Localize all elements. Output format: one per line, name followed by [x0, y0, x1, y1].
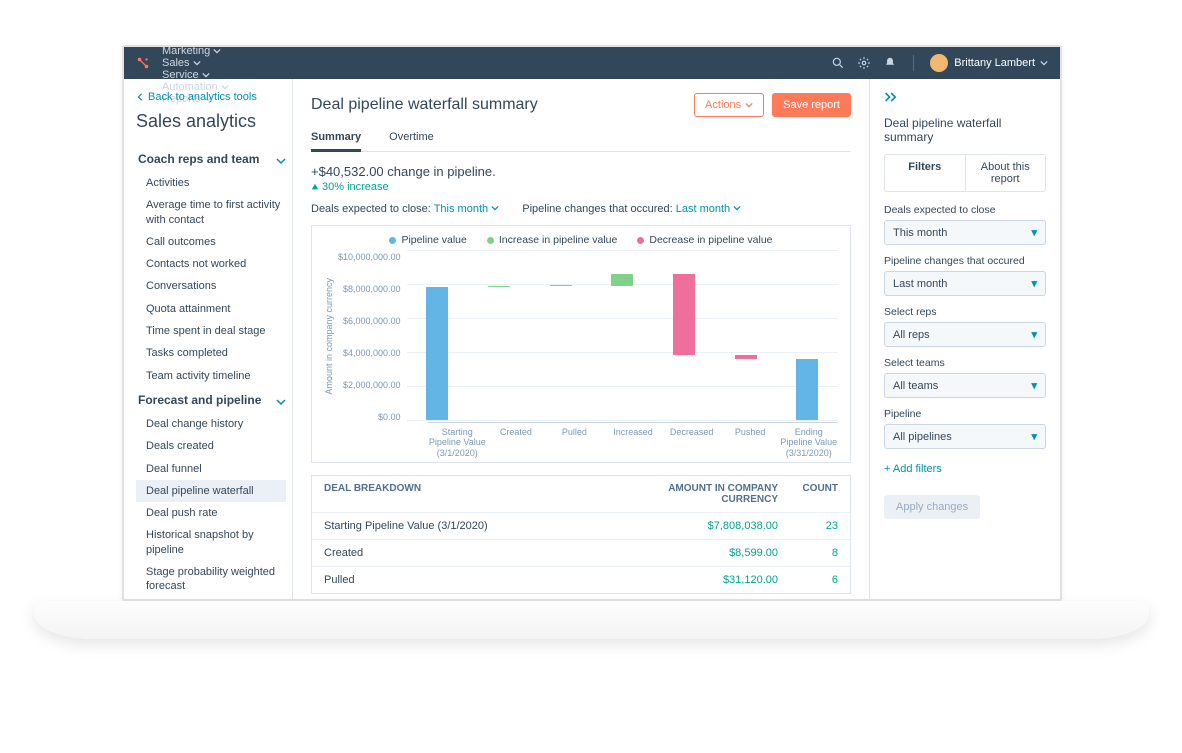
- table-row[interactable]: Pulled$31,120.006: [312, 566, 850, 593]
- sidebar-item[interactable]: Deals created: [136, 435, 286, 457]
- x-axis-label: Starting Pipeline Value (3/1/2020): [428, 423, 487, 458]
- filter-changes-occured[interactable]: Last month: [676, 203, 741, 215]
- tab-summary[interactable]: Summary: [311, 125, 361, 152]
- gear-icon[interactable]: [857, 56, 871, 70]
- x-axis-label: Ending Pipeline Value (3/31/2020): [779, 423, 838, 458]
- waterfall-bar: [735, 355, 757, 358]
- sidebar-title: Sales analytics: [136, 111, 286, 132]
- table-row[interactable]: Created$8,599.008: [312, 539, 850, 566]
- sidebar-item[interactable]: Historical snapshot by pipeline: [136, 524, 286, 561]
- x-axis-label: Pulled: [545, 423, 604, 458]
- table-row[interactable]: Starting Pipeline Value (3/1/2020)$7,808…: [312, 512, 850, 539]
- increase-indicator: 30% increase: [311, 181, 851, 193]
- save-report-button[interactable]: Save report: [772, 93, 851, 117]
- sidebar-item[interactable]: Average time to first activity with cont…: [136, 194, 286, 231]
- filter-label: Select reps: [884, 306, 1046, 318]
- user-avatar[interactable]: [930, 54, 948, 72]
- table-header-count: COUNT: [778, 483, 838, 505]
- laptop-base-decoration: [34, 601, 1149, 639]
- sidebar-item[interactable]: Quota attainment: [136, 298, 286, 320]
- filter-expected-close[interactable]: This month: [434, 203, 503, 215]
- right-panel: Deal pipeline waterfall summary Filters …: [870, 79, 1060, 599]
- sidebar-group-2[interactable]: Sales Outcomes: [136, 598, 286, 599]
- waterfall-chart: Pipeline value Increase in pipeline value…: [311, 225, 851, 463]
- report-title: Deal pipeline waterfall summary: [311, 96, 694, 114]
- sidebar-item[interactable]: Activities: [136, 172, 286, 194]
- pipeline-change-stat: +$40,532.00 change in pipeline.: [311, 164, 851, 179]
- inline-filters: Deals expected to close: This month Pipe…: [311, 203, 851, 215]
- sidebar-item[interactable]: Deal change history: [136, 413, 286, 435]
- right-panel-title: Deal pipeline waterfall summary: [884, 116, 1046, 144]
- bell-icon[interactable]: [883, 56, 897, 70]
- left-sidebar: Back to analytics tools Sales analytics …: [124, 79, 292, 599]
- sidebar-item[interactable]: Call outcomes: [136, 231, 286, 253]
- top-navbar: Contacts Conversations Marketing Sales S…: [124, 47, 1060, 79]
- sidebar-group-1[interactable]: Forecast and pipeline: [136, 387, 286, 413]
- back-link-label: Back to analytics tools: [148, 91, 257, 103]
- filter-select[interactable]: All teams▾: [884, 373, 1046, 398]
- filter-label: Select teams: [884, 357, 1046, 369]
- legend-item: Pipeline value: [389, 234, 466, 246]
- user-name[interactable]: Brittany Lambert: [954, 57, 1035, 69]
- sidebar-item[interactable]: Deal funnel: [136, 458, 286, 480]
- chevron-down-icon: [1040, 59, 1048, 67]
- filter-label: Deals expected to close: [884, 204, 1046, 216]
- sidebar-item[interactable]: Stage probability weighted forecast: [136, 561, 286, 598]
- nav-sales[interactable]: Sales: [162, 57, 243, 69]
- actions-button[interactable]: Actions: [694, 93, 764, 117]
- waterfall-bar: [796, 359, 818, 420]
- waterfall-bar: [611, 274, 633, 286]
- filter-select[interactable]: All reps▾: [884, 322, 1046, 347]
- y-axis-label: Amount in company currency: [324, 278, 334, 395]
- filter-label: Pipeline changes that occured: [884, 255, 1046, 267]
- waterfall-bar: [488, 286, 510, 287]
- collapse-panel-icon[interactable]: [884, 91, 900, 106]
- x-axis-label: Pushed: [721, 423, 780, 458]
- filter-label: Pipeline: [884, 408, 1046, 420]
- deal-breakdown-table: DEAL BREAKDOWN AMOUNT IN COMPANY CURRENC…: [311, 475, 851, 594]
- sidebar-item[interactable]: Conversations: [136, 275, 286, 297]
- search-icon[interactable]: [831, 56, 845, 70]
- table-header-name: DEAL BREAKDOWN: [324, 483, 618, 505]
- x-axis-label: Created: [487, 423, 546, 458]
- right-tab-filters[interactable]: Filters: [885, 155, 966, 191]
- right-tab-about[interactable]: About this report: [966, 155, 1046, 191]
- legend-item: Increase in pipeline value: [487, 234, 618, 246]
- report-tabs: Summary Overtime: [311, 125, 851, 152]
- hubspot-logo-icon: [136, 56, 150, 70]
- nav-marketing[interactable]: Marketing: [162, 45, 243, 57]
- add-filters-link[interactable]: + Add filters: [884, 463, 1046, 475]
- legend-item: Decrease in pipeline value: [637, 234, 772, 246]
- back-to-analytics-link[interactable]: Back to analytics tools: [136, 91, 286, 103]
- waterfall-bar: [426, 287, 448, 420]
- sidebar-item[interactable]: Tasks completed: [136, 342, 286, 364]
- x-axis-label: Increased: [604, 423, 663, 458]
- sidebar-item[interactable]: Team activity timeline: [136, 365, 286, 387]
- x-axis-label: Decreased: [662, 423, 721, 458]
- main-content: Deal pipeline waterfall summary Actions …: [292, 79, 870, 599]
- waterfall-bar: [673, 274, 695, 355]
- sidebar-item[interactable]: Deal push rate: [136, 502, 286, 524]
- filter-select[interactable]: All pipelines▾: [884, 424, 1046, 449]
- sidebar-item[interactable]: Deal pipeline waterfall: [136, 480, 286, 502]
- filter-select[interactable]: This month▾: [884, 220, 1046, 245]
- apply-changes-button: Apply changes: [884, 495, 980, 519]
- sidebar-item[interactable]: Contacts not worked: [136, 253, 286, 275]
- waterfall-bar: [550, 285, 572, 286]
- tab-overtime[interactable]: Overtime: [389, 125, 434, 151]
- sidebar-group-0[interactable]: Coach reps and team: [136, 146, 286, 172]
- sidebar-item[interactable]: Time spent in deal stage: [136, 320, 286, 342]
- filter-select[interactable]: Last month▾: [884, 271, 1046, 296]
- table-header-amount: AMOUNT IN COMPANY CURRENCY: [618, 483, 778, 505]
